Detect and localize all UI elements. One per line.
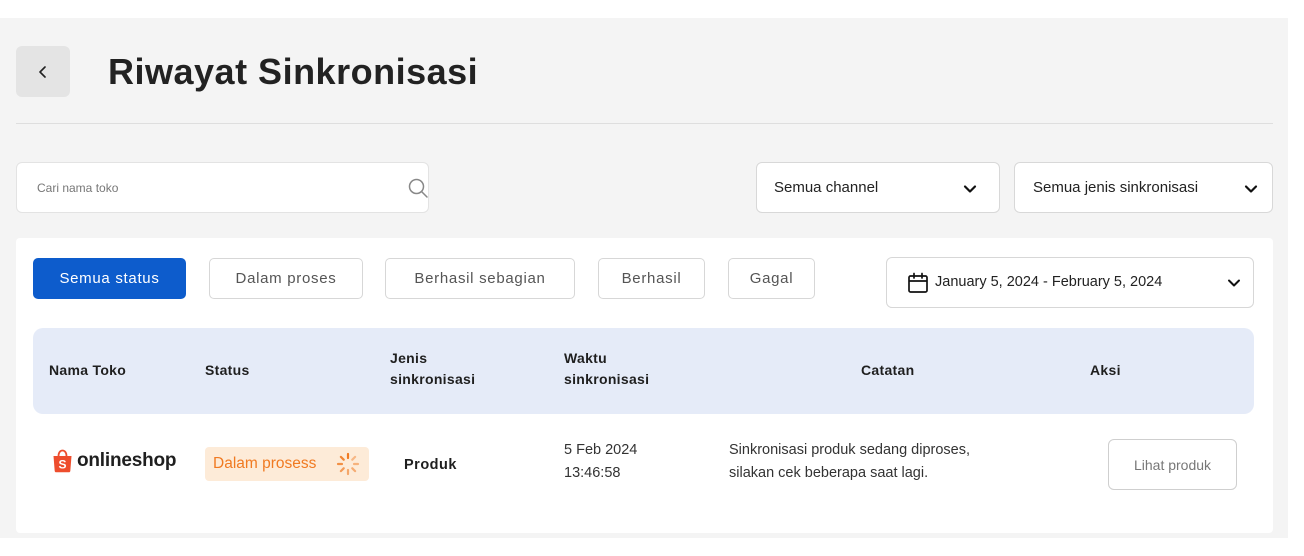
- calendar-icon: [908, 272, 928, 293]
- sync-type-value: Produk: [404, 457, 457, 473]
- tab-label: Gagal: [749, 270, 794, 287]
- tab-label: Dalam proses: [235, 270, 337, 287]
- chevron-left-icon: [39, 65, 46, 78]
- sync-time: 13:46:58: [564, 465, 621, 481]
- search-icon[interactable]: [407, 177, 429, 199]
- tab-label: Berhasil sebagian: [414, 270, 546, 287]
- page-title: Riwayat Sinkronisasi: [108, 51, 479, 92]
- loading-spinner-icon: [336, 452, 360, 476]
- column-header-catatan: Catatan: [861, 362, 915, 378]
- tab-berhasil[interactable]: Berhasil: [598, 258, 705, 299]
- status-badge: Dalam prosess: [205, 447, 369, 481]
- tab-label: Berhasil: [621, 270, 682, 287]
- note-value: Sinkronisasi produk sedang diproses, sil…: [729, 439, 970, 485]
- tab-dalam-proses[interactable]: Dalam proses: [209, 258, 363, 299]
- column-header-aksi: Aksi: [1090, 362, 1121, 378]
- channel-dropdown[interactable]: Semua channel: [756, 162, 1000, 213]
- chevron-down-icon: [963, 185, 977, 193]
- shopping-bag-icon: S: [53, 449, 72, 473]
- sync-time-value: 5 Feb 2024 13:46:58: [564, 439, 637, 485]
- header-divider: [16, 123, 1273, 124]
- back-button[interactable]: [16, 46, 70, 97]
- note-line: silakan cek beberapa saat lagi.: [729, 465, 929, 481]
- chevron-down-icon: [1244, 185, 1258, 193]
- column-header-status: Status: [205, 362, 250, 378]
- column-header-jenis-sinkronisasi: Jenis sinkronisasi: [390, 350, 476, 387]
- tab-semua-status[interactable]: Semua status: [33, 258, 186, 299]
- search-box[interactable]: [16, 162, 429, 213]
- tab-gagal[interactable]: Gagal: [728, 258, 815, 299]
- shop-name: onlineshop: [77, 450, 177, 471]
- page: Riwayat Sinkronisasi Semua channel Semua…: [0, 0, 1304, 556]
- search-input[interactable]: [37, 163, 377, 212]
- column-header-nama-toko: Nama Toko: [49, 362, 127, 378]
- view-products-button[interactable]: Lihat produk: [1108, 439, 1237, 490]
- view-products-label: Lihat produk: [1133, 456, 1212, 473]
- channel-dropdown-label: Semua channel: [774, 179, 879, 196]
- note-line: Sinkronisasi produk sedang diproses,: [729, 442, 970, 458]
- tab-label: Semua status: [59, 270, 160, 287]
- sync-type-dropdown[interactable]: Semua jenis sinkronisasi: [1014, 162, 1273, 213]
- column-header-waktu-sinkronisasi: Waktu sinkronisasi: [564, 350, 650, 387]
- status-badge-label: Dalam prosess: [213, 455, 317, 472]
- sync-type-dropdown-label: Semua jenis sinkronisasi: [1033, 179, 1199, 196]
- date-range-picker[interactable]: January 5, 2024 - February 5, 2024: [886, 257, 1254, 308]
- tab-berhasil-sebagian[interactable]: Berhasil sebagian: [385, 258, 575, 299]
- svg-text:S: S: [58, 458, 66, 472]
- date-range-label: January 5, 2024 - February 5, 2024: [935, 274, 1163, 290]
- sync-date: 5 Feb 2024: [564, 442, 638, 458]
- chevron-down-icon: [1228, 279, 1240, 287]
